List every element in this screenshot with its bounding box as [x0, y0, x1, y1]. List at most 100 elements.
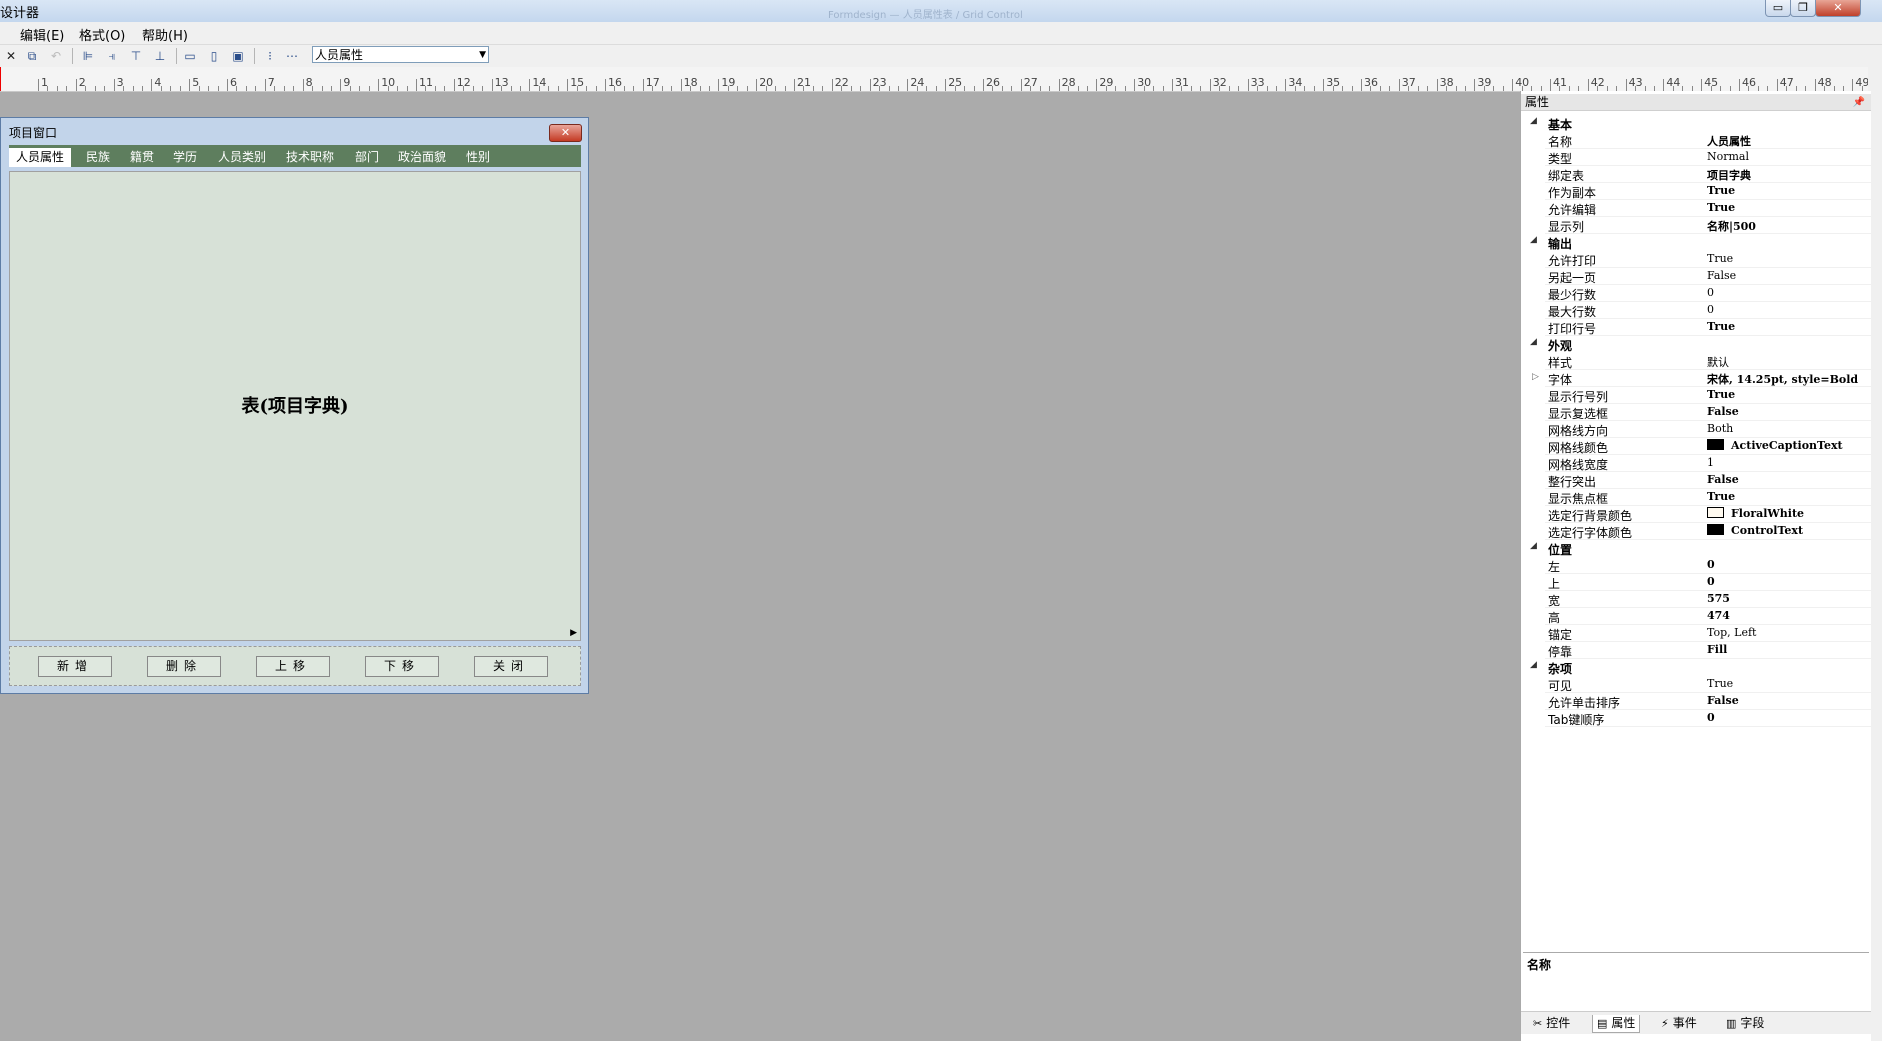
- pin-icon[interactable]: 📌: [1853, 94, 1865, 111]
- menu-help[interactable]: 帮助(H): [142, 25, 188, 44]
- property-value[interactable]: 0: [1707, 303, 1714, 316]
- property-value[interactable]: True: [1707, 320, 1735, 333]
- property-value[interactable]: 宋体, 14.25pt, style=Bold: [1707, 371, 1858, 387]
- property-row[interactable]: 网格线宽度 1: [1521, 455, 1871, 472]
- move-down-button[interactable]: 下移: [365, 656, 439, 677]
- panel-tab-3[interactable]: ▥ 字段: [1722, 1015, 1768, 1032]
- same-size-icon[interactable]: ▣: [230, 48, 246, 64]
- property-value[interactable]: True: [1707, 201, 1735, 214]
- expand-icon[interactable]: ▷: [1532, 372, 1539, 382]
- data-grid[interactable]: 表(项目字典) ▶: [9, 171, 581, 641]
- delete-icon[interactable]: ✕: [3, 48, 19, 64]
- property-value[interactable]: FloralWhite: [1707, 507, 1804, 520]
- property-row[interactable]: 高 474: [1521, 608, 1871, 625]
- property-row[interactable]: 上0: [1521, 574, 1871, 591]
- property-row[interactable]: Tab键顺序 0: [1521, 710, 1871, 727]
- property-category[interactable]: ◢ 基本: [1521, 115, 1871, 132]
- minimize-button[interactable]: ▭: [1765, 0, 1791, 17]
- property-row[interactable]: 允许单击排序 False: [1521, 693, 1871, 710]
- property-row[interactable]: 选定行字体颜色 ControlText: [1521, 523, 1871, 540]
- control-selector-dropdown[interactable]: 人员属性 ▼: [312, 46, 489, 63]
- tab-4[interactable]: 人员类别: [218, 148, 266, 167]
- property-value[interactable]: False: [1707, 473, 1739, 486]
- menu-edit[interactable]: 编辑(E): [20, 25, 64, 44]
- same-width-icon[interactable]: ▭: [182, 48, 198, 64]
- collapse-icon[interactable]: ◢: [1530, 541, 1537, 551]
- property-value[interactable]: 0: [1707, 575, 1715, 588]
- property-value[interactable]: True: [1707, 490, 1735, 503]
- property-value[interactable]: 575: [1707, 592, 1730, 605]
- delete-button[interactable]: 删除: [147, 656, 221, 677]
- collapse-icon[interactable]: ◢: [1530, 116, 1537, 126]
- collapse-icon[interactable]: ◢: [1530, 660, 1537, 670]
- property-row[interactable]: 允许打印 True: [1521, 251, 1871, 268]
- tab-0[interactable]: 人员属性: [9, 148, 72, 167]
- property-category[interactable]: ◢ 杂项: [1521, 659, 1871, 676]
- property-value[interactable]: 人员属性: [1707, 133, 1751, 149]
- property-value[interactable]: 项目字典: [1707, 167, 1751, 183]
- tab-2[interactable]: 籍贯: [130, 148, 154, 167]
- property-value[interactable]: 474: [1707, 609, 1730, 622]
- property-row[interactable]: 另起一页 False: [1521, 268, 1871, 285]
- panel-tab-0[interactable]: ✂ 控件: [1529, 1015, 1574, 1032]
- property-value[interactable]: True: [1707, 677, 1733, 690]
- property-value[interactable]: 0: [1707, 711, 1715, 724]
- property-value[interactable]: 名称|500: [1707, 218, 1756, 234]
- undo-icon[interactable]: ↶: [48, 48, 64, 64]
- property-category[interactable]: ◢ 外观: [1521, 336, 1871, 353]
- panel-tab-1[interactable]: ▤ 属性: [1592, 1015, 1641, 1033]
- property-value[interactable]: Fill: [1707, 643, 1727, 656]
- copy-icon[interactable]: ⧉: [24, 48, 40, 64]
- property-row[interactable]: 最少行数 0: [1521, 285, 1871, 302]
- property-value[interactable]: Top, Left: [1707, 626, 1756, 639]
- move-up-button[interactable]: 上移: [256, 656, 330, 677]
- align-top-icon[interactable]: ⊤: [128, 48, 144, 64]
- property-row[interactable]: 最大行数 0: [1521, 302, 1871, 319]
- property-row[interactable]: 可见 True: [1521, 676, 1871, 693]
- restore-button[interactable]: ❐: [1790, 0, 1816, 17]
- tab-1[interactable]: 民族: [86, 148, 110, 167]
- property-row[interactable]: 选定行背景颜色 FloralWhite: [1521, 506, 1871, 523]
- property-row[interactable]: 显示复选框 False: [1521, 404, 1871, 421]
- project-window[interactable]: 项目窗口 ✕ 人员属性 民族 籍贯 学历 人员类别 技术职称 部门 政治面貌 性别 表(项目字典…: [0, 117, 589, 694]
- collapse-icon[interactable]: ◢: [1530, 235, 1537, 245]
- property-value[interactable]: ActiveCaptionText: [1707, 439, 1843, 452]
- property-row[interactable]: 锚定 Top, Left: [1521, 625, 1871, 642]
- project-window-close-button[interactable]: ✕: [549, 124, 582, 142]
- property-value[interactable]: True: [1707, 252, 1733, 265]
- align-left-icon[interactable]: ⊫: [80, 48, 96, 64]
- property-row[interactable]: 名称 人员属性: [1521, 132, 1871, 149]
- property-category[interactable]: ◢ 位置: [1521, 540, 1871, 557]
- property-row[interactable]: 打印行号 True: [1521, 319, 1871, 336]
- property-row[interactable]: 允许编辑 True: [1521, 200, 1871, 217]
- menu-format[interactable]: 格式(O): [79, 25, 125, 44]
- property-row[interactable]: 左0: [1521, 557, 1871, 574]
- tab-5[interactable]: 技术职称: [286, 148, 334, 167]
- property-row[interactable]: 显示焦点框 True: [1521, 489, 1871, 506]
- add-button[interactable]: 新增: [38, 656, 112, 677]
- property-row[interactable]: 显示行号列 True: [1521, 387, 1871, 404]
- tab-3[interactable]: 学历: [173, 148, 197, 167]
- property-row[interactable]: 网格线颜色 ActiveCaptionText: [1521, 438, 1871, 455]
- property-value[interactable]: True: [1707, 184, 1735, 197]
- property-row[interactable]: 宽 575: [1521, 591, 1871, 608]
- close-button[interactable]: ✕: [1815, 0, 1861, 17]
- property-value[interactable]: 默认: [1707, 354, 1729, 370]
- property-value[interactable]: False: [1707, 269, 1736, 282]
- property-row[interactable]: 显示列 名称|500: [1521, 217, 1871, 234]
- align-bottom-icon[interactable]: ⊥: [152, 48, 168, 64]
- property-value[interactable]: True: [1707, 388, 1735, 401]
- same-height-icon[interactable]: ▯: [206, 48, 222, 64]
- property-value[interactable]: 0: [1707, 558, 1715, 571]
- property-row[interactable]: 样式 默认: [1521, 353, 1871, 370]
- vertical-spacing-icon[interactable]: ⁝: [262, 48, 278, 64]
- property-row[interactable]: 网格线方向 Both: [1521, 421, 1871, 438]
- property-value[interactable]: ControlText: [1707, 524, 1803, 537]
- property-row[interactable]: 作为副本 True: [1521, 183, 1871, 200]
- property-value[interactable]: 1: [1707, 456, 1714, 469]
- property-value[interactable]: False: [1707, 694, 1739, 707]
- property-value[interactable]: Both: [1707, 422, 1733, 435]
- tab-8[interactable]: 性别: [466, 148, 490, 167]
- property-row[interactable]: ▷ 字体 宋体, 14.25pt, style=Bold: [1521, 370, 1871, 387]
- tab-7[interactable]: 政治面貌: [398, 148, 446, 167]
